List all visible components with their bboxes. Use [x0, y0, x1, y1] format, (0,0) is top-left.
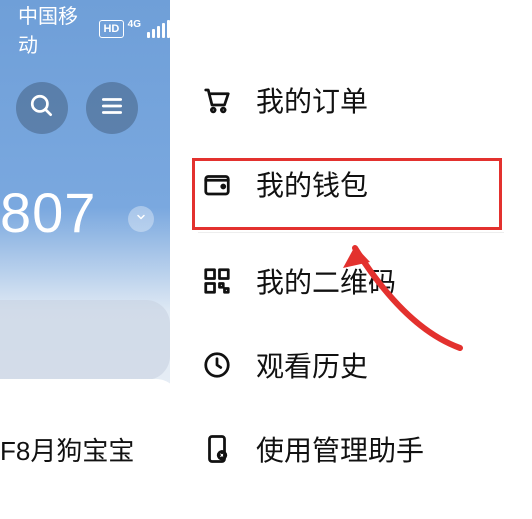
qrcode-icon	[200, 264, 234, 298]
card-title-fragment: F8月狗宝宝	[0, 431, 134, 468]
phone-settings-icon	[200, 432, 234, 466]
menu-item-label: 我的订单	[256, 80, 368, 120]
menu-item-wallet[interactable]: 我的钱包	[170, 142, 532, 226]
status-bar: 中国移动 HD 4G	[0, 14, 170, 44]
menu-item-label: 使用管理助手	[256, 429, 424, 469]
underlying-app-strip: 中国移动 HD 4G 807	[0, 0, 170, 519]
menu-item-orders[interactable]: 我的订单	[170, 58, 532, 142]
content-card[interactable]: F8月狗宝宝	[0, 379, 170, 519]
hamburger-button[interactable]	[86, 82, 138, 134]
carrier-label: 中国移动	[18, 0, 93, 58]
menu-item-manage[interactable]: 使用管理助手	[170, 407, 532, 491]
chevron-down-icon	[135, 210, 147, 228]
dropdown-chevron-button[interactable]	[128, 206, 154, 232]
drawer-menu-list: 我的订单 我的钱包 我的二维	[170, 0, 532, 491]
menu-item-label: 我的二维码	[256, 261, 396, 301]
cart-icon	[200, 83, 234, 117]
network-type-label: 4G	[128, 19, 141, 30]
menu-item-label: 观看历史	[256, 345, 368, 385]
menu-item-label: 我的钱包	[256, 164, 368, 204]
hd-badge: HD	[99, 20, 124, 38]
screenshot-root: 中国移动 HD 4G 807	[0, 0, 532, 519]
wallet-icon	[200, 167, 234, 201]
search-icon	[29, 93, 55, 124]
hamburger-icon	[99, 93, 125, 124]
card-shadow	[0, 300, 170, 380]
menu-item-history[interactable]: 观看历史	[170, 323, 532, 407]
large-number-fragment: 807	[0, 180, 96, 245]
clock-icon	[200, 348, 234, 382]
side-drawer: 我的订单 我的钱包 我的二维	[170, 0, 532, 519]
menu-item-qrcode[interactable]: 我的二维码	[170, 239, 532, 323]
menu-divider	[198, 232, 504, 233]
signal-icon	[147, 20, 170, 38]
search-button[interactable]	[16, 82, 68, 134]
